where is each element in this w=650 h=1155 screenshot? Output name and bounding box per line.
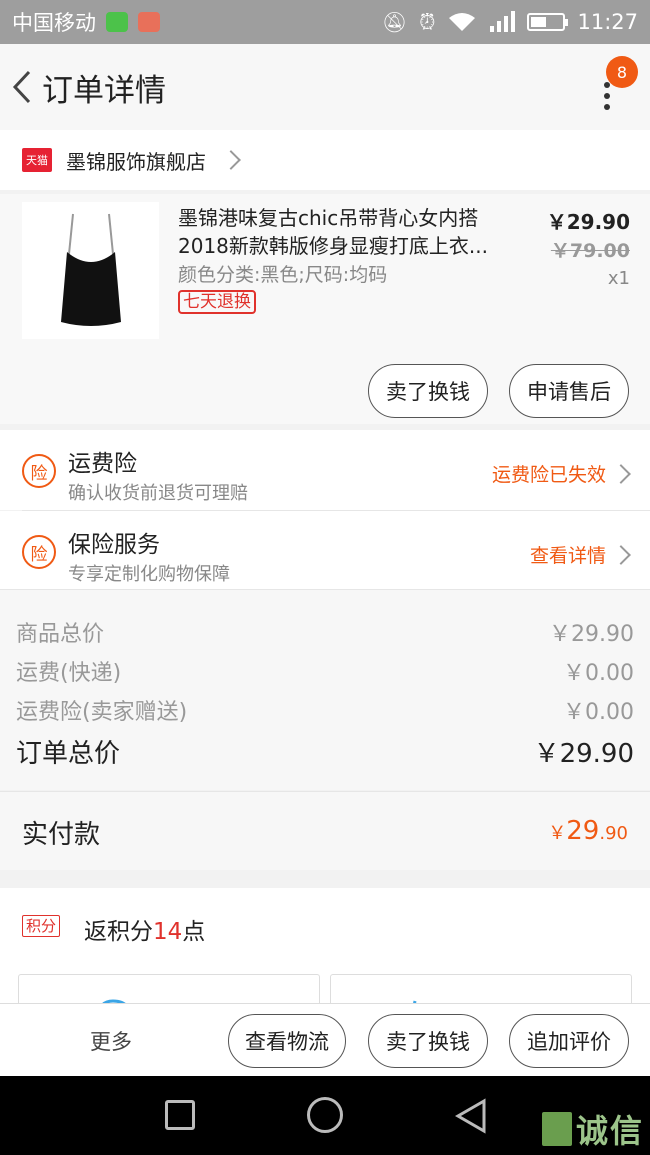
wechat-icon <box>106 12 128 32</box>
shipping-insurance-row[interactable]: 险 运费险 确认收货前退货可理赔 运费险已失效 <box>0 430 650 510</box>
insurance-title: 运费险 <box>68 451 137 477</box>
summary-label: 运费险(卖家赠送) <box>16 700 188 725</box>
chevron-left-icon <box>12 70 31 104</box>
insurance-title: 保险服务 <box>68 532 160 558</box>
chevron-right-icon <box>611 463 631 484</box>
points-tag: 积分 <box>22 915 61 937</box>
product-card[interactable]: 墨锦港味复古chic吊带背心女内搭2018新款韩版修身显瘦打底上衣... 颜色分… <box>0 194 650 424</box>
chevron-right-icon <box>611 544 631 565</box>
product-quantity: x1 <box>607 268 630 289</box>
sell-for-cash-button[interactable]: 卖了换钱 <box>368 1014 488 1068</box>
insurance-status: 运费险已失效 <box>491 464 606 486</box>
store-row[interactable]: 天猫 墨锦服饰旗舰店 <box>0 130 650 190</box>
payment-decimal: .90 <box>599 823 628 844</box>
partial-action-row <box>0 966 650 1027</box>
title-bar: 订单详情 8 <box>0 44 650 130</box>
insurance-subtitle: 确认收货前退货可理赔 <box>68 483 248 504</box>
summary-label: 商品总价 <box>16 622 105 647</box>
battery-icon <box>527 13 569 31</box>
camisole-image <box>60 213 121 326</box>
actual-payment-value: ￥29.90 <box>548 816 628 846</box>
summary-value: ￥0.00 <box>563 661 634 686</box>
product-title[interactable]: 墨锦港味复古chic吊带背心女内搭2018新款韩版修身显瘦打底上衣... <box>178 204 508 260</box>
more-button[interactable]: 更多 <box>90 1026 132 1056</box>
notification-badge: 8 <box>606 56 638 88</box>
view-logistics-button[interactable]: 查看物流 <box>228 1014 346 1068</box>
currency-symbol: ￥ <box>548 823 567 844</box>
order-total-row: 订单总价 ￥29.90 <box>16 733 634 770</box>
add-review-button[interactable]: 追加评价 <box>509 1014 629 1068</box>
insurance-icon: 险 <box>22 454 56 488</box>
insurance-service-row[interactable]: 险 保险服务 专享定制化购物保障 查看详情 <box>0 511 650 589</box>
chevron-right-icon <box>221 150 241 170</box>
page-title: 订单详情 <box>42 72 166 109</box>
clock-time: 11:27 <box>577 10 638 34</box>
home-icon[interactable] <box>307 1097 343 1133</box>
insurance-icon: 险 <box>22 535 56 569</box>
alarm-icon: ⏰︎ <box>419 9 436 34</box>
store-name: 墨锦服饰旗舰店 <box>66 149 206 174</box>
product-sku: 颜色分类:黑色;尺码:均码 <box>178 264 388 286</box>
tmall-logo: 天猫 <box>22 148 52 172</box>
back-button[interactable] <box>2 44 42 130</box>
after-sales-button[interactable]: 申请售后 <box>509 364 629 418</box>
summary-value: ￥0.00 <box>563 700 634 725</box>
actual-payment-row: 实付款 ￥29.90 <box>0 792 650 870</box>
more-menu-button[interactable]: 8 <box>590 56 638 114</box>
summary-row: 运费险(卖家赠送) ￥0.00 <box>16 694 634 726</box>
insurance-subtitle: 专享定制化购物保障 <box>68 564 230 585</box>
summary-label: 运费(快递) <box>16 661 122 686</box>
back-triangle-icon[interactable] <box>454 1098 488 1134</box>
points-row: 积分 返积分14点 <box>0 888 650 966</box>
insurance-details-link[interactable]: 查看详情 <box>530 541 606 568</box>
sell-for-cash-button[interactable]: 卖了换钱 <box>368 364 488 418</box>
watermark-text: 诚信 <box>575 1112 644 1150</box>
seven-day-return-badge: 七天退换 <box>178 290 256 314</box>
mail-icon <box>138 12 160 32</box>
summary-row: 商品总价 ￥29.90 <box>16 616 634 648</box>
actual-payment-label: 实付款 <box>22 820 101 850</box>
signal-icon <box>490 11 516 32</box>
watermark-logo <box>541 1112 572 1146</box>
order-total-label: 订单总价 <box>16 739 121 769</box>
watermark: 诚信 <box>541 1106 644 1152</box>
original-price: ￥79.00 <box>550 240 630 262</box>
mute-icon: 🔕︎ <box>381 10 408 34</box>
summary-value: ￥29.90 <box>549 622 634 647</box>
points-text: 返积分14点 <box>84 912 205 946</box>
carrier-label: 中国移动 <box>12 11 96 35</box>
summary-row: 运费(快递) ￥0.00 <box>16 655 634 687</box>
points-number: 14 <box>153 919 183 945</box>
wifi-icon <box>449 13 476 31</box>
points-suffix: 点 <box>182 919 206 945</box>
status-bar: 中国移动 🔕︎ ⏰︎ 11:27 <box>0 0 650 44</box>
payment-integer: 29 <box>566 816 600 846</box>
system-nav-bar: 诚信 <box>0 1076 650 1155</box>
bottom-action-bar: 更多 查看物流 卖了换钱 追加评价 <box>0 1003 650 1076</box>
price-summary: 商品总价 ￥29.90 运费(快递) ￥0.00 运费险(卖家赠送) ￥0.00… <box>0 590 650 790</box>
points-prefix: 返积分 <box>84 919 153 945</box>
recent-apps-icon[interactable] <box>165 1100 195 1130</box>
order-total-value: ￥29.90 <box>533 739 634 769</box>
product-price: ￥29.90 <box>546 210 630 234</box>
product-image[interactable] <box>22 202 159 339</box>
more-vertical-icon <box>604 82 610 110</box>
